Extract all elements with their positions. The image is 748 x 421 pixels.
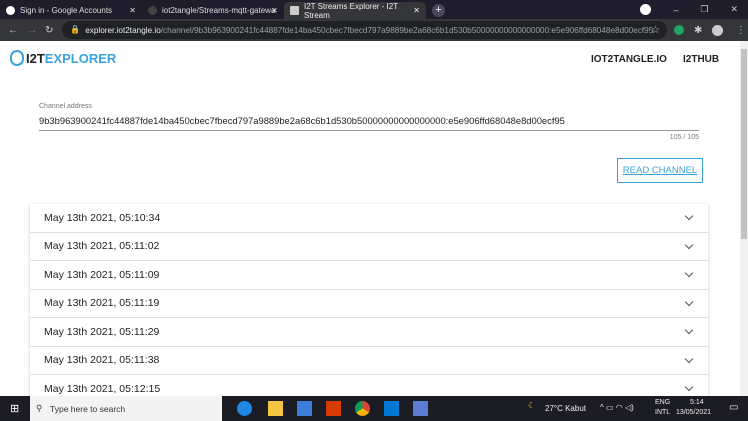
- restore-icon[interactable]: ❐: [700, 4, 708, 15]
- grammarly-icon[interactable]: [674, 25, 684, 35]
- search-icon: ⚲: [36, 403, 43, 413]
- office-icon[interactable]: [326, 401, 341, 416]
- message-row[interactable]: May 13th 2021, 05:11:19: [30, 290, 708, 318]
- message-row[interactable]: May 13th 2021, 05:12:15: [30, 375, 708, 396]
- chevron-down-icon[interactable]: [684, 297, 694, 306]
- avatar[interactable]: [712, 24, 723, 36]
- github-icon: [148, 6, 157, 15]
- message-row[interactable]: May 13th 2021, 05:11:09: [30, 261, 708, 290]
- nav-iot2tangle[interactable]: IOT2TANGLE.IO: [591, 54, 667, 65]
- message-timestamp: May 13th 2021, 05:10:34: [44, 211, 161, 224]
- message-row[interactable]: May 13th 2021, 05:11:29: [30, 318, 708, 347]
- url-domain: explorer.iot2tangle.io: [85, 25, 161, 35]
- lang-secondary[interactable]: INTL: [655, 409, 670, 416]
- address-bar: ← → ↻ 🔒 explorer.iot2tangle.io/channel/9b…: [0, 19, 748, 41]
- tab-title: Sign in - Google Accounts: [20, 6, 113, 15]
- tab-title: iot2tangle/Streams-mqtt-gatewa: [162, 6, 276, 15]
- page: I2T EXPLORER IOT2TANGLE.IO I2THUB Channel…: [0, 41, 740, 396]
- scrollbar[interactable]: [740, 41, 748, 396]
- chevron-down-icon[interactable]: [684, 326, 694, 335]
- menu-icon[interactable]: ⋮: [736, 25, 746, 36]
- back-icon[interactable]: ←: [8, 25, 18, 36]
- chevron-down-icon[interactable]: [684, 212, 694, 221]
- taskbar-search[interactable]: ⚲ Type here to search: [30, 396, 222, 421]
- scrollbar-thumb[interactable]: [741, 49, 747, 239]
- tab-github[interactable]: iot2tangle/Streams-mqtt-gatewa ✕: [142, 2, 284, 19]
- channel-address-input[interactable]: 9b3b963900241fc44887fde14ba450cbec7fbecd…: [39, 115, 565, 126]
- message-timestamp: May 13th 2021, 05:11:29: [44, 325, 160, 338]
- taskbar: ⊞ ⚲ Type here to search ☾ 27°C Kabut ^ ▭ …: [0, 396, 748, 421]
- windows-start-icon[interactable]: ⊞: [10, 402, 19, 415]
- tray-icons[interactable]: ^ ▭ ◠ ◁): [600, 403, 634, 412]
- store-icon[interactable]: [297, 401, 312, 416]
- close-tab-icon[interactable]: ✕: [271, 6, 278, 15]
- message-timestamp: May 13th 2021, 05:11:19: [44, 297, 160, 310]
- new-tab-button[interactable]: +: [432, 4, 445, 17]
- vscode-icon[interactable]: [384, 401, 399, 416]
- edge-icon[interactable]: [237, 401, 252, 416]
- logo-text-accent: EXPLORER: [44, 50, 117, 66]
- clock-time[interactable]: 5:14: [690, 399, 704, 406]
- message-timestamp: May 13th 2021, 05:11:38: [44, 354, 160, 367]
- message-timestamp: May 13th 2021, 05:11:02: [44, 240, 160, 253]
- reload-icon[interactable]: ↻: [45, 25, 53, 36]
- cloud-icon: [10, 50, 24, 66]
- chevron-down-icon[interactable]: [684, 354, 694, 363]
- file-explorer-icon[interactable]: [268, 401, 283, 416]
- message-row[interactable]: May 13th 2021, 05:11:38: [30, 347, 708, 375]
- search-placeholder: Type here to search: [50, 403, 126, 414]
- star-icon[interactable]: ☆: [651, 25, 660, 36]
- logo[interactable]: I2T EXPLORER: [10, 50, 116, 66]
- input-underline: [39, 130, 699, 131]
- chevron-down-icon[interactable]: [684, 269, 694, 278]
- char-counter: 105 / 105: [669, 134, 699, 141]
- close-tab-icon[interactable]: ✕: [129, 6, 136, 15]
- message-timestamp: May 13th 2021, 05:11:09: [44, 268, 160, 281]
- logo-text: I2T: [26, 50, 45, 66]
- tab-explorer[interactable]: I2T Streams Explorer - I2T Stream ✕: [284, 1, 426, 20]
- url-input[interactable]: 🔒 explorer.iot2tangle.io/channel/9b3b9639…: [62, 21, 667, 39]
- weather-icon: ☾: [528, 401, 536, 410]
- message-row[interactable]: May 13th 2021, 05:10:34: [30, 204, 708, 233]
- chevron-down-icon[interactable]: [684, 383, 694, 392]
- lang-primary[interactable]: ENG: [655, 399, 670, 406]
- message-row[interactable]: May 13th 2021, 05:11:02: [30, 233, 708, 261]
- nav-i2thub[interactable]: I2THUB: [683, 54, 719, 65]
- profile-icon[interactable]: [640, 4, 652, 15]
- minimize-icon[interactable]: –: [673, 5, 678, 15]
- read-channel-button[interactable]: READ CHANNEL: [617, 158, 703, 183]
- i2t-icon: [290, 6, 299, 15]
- close-window-icon[interactable]: ✕: [730, 4, 738, 15]
- message-timestamp: May 13th 2021, 05:12:15: [44, 382, 161, 395]
- url-path: /channel/9b3b963900241fc44887fde14ba450c…: [160, 25, 654, 35]
- google-icon: [6, 6, 15, 15]
- weather-text[interactable]: 27°C Kabut: [545, 404, 586, 413]
- extensions-icon[interactable]: ✱: [694, 25, 702, 36]
- chrome-icon[interactable]: [355, 401, 370, 416]
- close-tab-icon[interactable]: ✕: [413, 6, 420, 15]
- tab-google[interactable]: Sign in - Google Accounts ✕: [0, 2, 142, 19]
- lock-icon: 🔒: [70, 25, 81, 34]
- notification-icon[interactable]: ▭: [729, 402, 738, 413]
- tab-bar: Sign in - Google Accounts ✕ iot2tangle/St…: [0, 0, 748, 20]
- message-list: May 13th 2021, 05:10:34 May 13th 2021, 0…: [30, 204, 708, 396]
- clock-date[interactable]: 13/05/2021: [676, 409, 711, 416]
- forward-icon[interactable]: →: [27, 25, 37, 36]
- network-app-icon[interactable]: [413, 401, 428, 416]
- channel-address-label: Channel address: [39, 103, 92, 110]
- tab-title: I2T Streams Explorer - I2T Stream: [304, 1, 398, 20]
- chevron-down-icon[interactable]: [684, 240, 694, 249]
